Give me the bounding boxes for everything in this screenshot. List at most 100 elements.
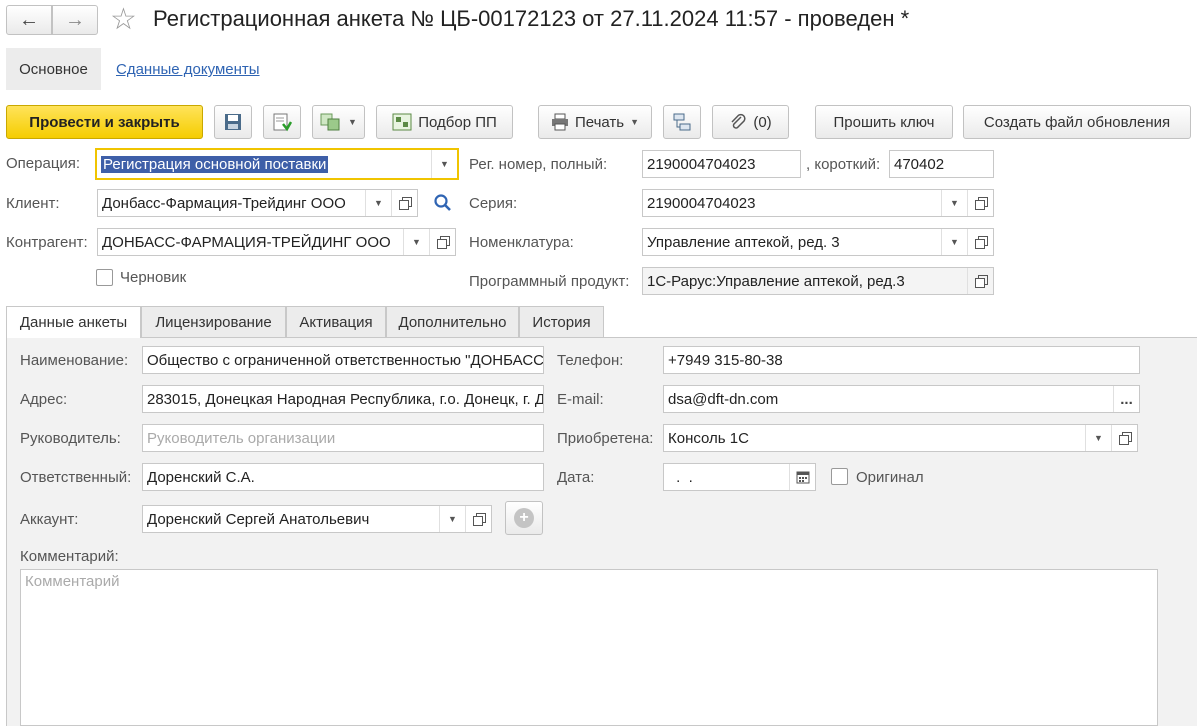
client-value: Донбасс-Фармация-Трейдинг ООО [102, 194, 346, 212]
attachments-count: (0) [753, 113, 772, 131]
product-value: 1С-Рарус:Управление аптекой, ред.3 [647, 272, 905, 290]
chevron-down-icon: ▼ [348, 117, 357, 127]
email-select-button[interactable]: ... [1113, 386, 1139, 412]
post-button[interactable] [263, 105, 301, 139]
open-icon[interactable] [967, 229, 993, 255]
reg-full-label: Рег. номер, полный: [469, 156, 608, 173]
hierarchy-icon [673, 113, 691, 131]
save-button[interactable] [214, 105, 252, 139]
tab-history[interactable]: История [519, 306, 604, 337]
phone-label: Телефон: [557, 352, 624, 369]
plus-circle-icon: + [514, 508, 534, 528]
page-title: Регистрационная анкета № ЦБ-00172123 от … [153, 6, 910, 31]
name-value: Общество с ограниченной ответственностью… [147, 351, 543, 369]
email-field[interactable]: dsa@dft-dn.com ... [663, 385, 1140, 413]
create-based-on-button[interactable]: ▼ [312, 105, 365, 139]
account-label: Аккаунт: [20, 511, 79, 528]
reg-short-field[interactable]: 470402 [889, 150, 994, 178]
director-label: Руководитель: [20, 430, 121, 447]
open-icon[interactable] [429, 229, 455, 255]
director-placeholder: Руководитель организации [147, 429, 336, 447]
flash-key-button[interactable]: Прошить ключ [815, 105, 953, 139]
structure-button[interactable] [663, 105, 701, 139]
comment-textarea[interactable]: Комментарий [20, 569, 1158, 726]
print-label: Печать [574, 113, 625, 131]
nomenclature-field[interactable]: Управление аптекой, ред. 3 ▼ [642, 228, 994, 256]
email-value: dsa@dft-dn.com [668, 390, 779, 408]
client-field[interactable]: Донбасс-Фармация-Трейдинг ООО ▼ [97, 189, 418, 217]
arrow-left-icon: ← [19, 8, 39, 31]
phone-field[interactable]: +7949 315-80-38 [663, 346, 1140, 374]
printer-icon [551, 113, 568, 131]
chevron-down-icon[interactable]: ▼ [1085, 425, 1111, 451]
create-based-icon [320, 113, 340, 131]
nomenclature-value: Управление аптекой, ред. 3 [647, 233, 840, 251]
open-icon[interactable] [967, 190, 993, 216]
favorite-star-icon[interactable]: ☆ [110, 2, 137, 38]
create-update-file-button[interactable]: Создать файл обновления [963, 105, 1191, 139]
counterparty-field[interactable]: ДОНБАСС-ФАРМАЦИЯ-ТРЕЙДИНГ ООО ▼ [97, 228, 456, 256]
select-pp-label: Подбор ПП [418, 113, 497, 131]
responsible-field[interactable]: Доренский С.А. [142, 463, 544, 491]
account-value: Доренский Сергей Анатольевич [147, 510, 370, 528]
series-value: 2190004704023 [647, 194, 756, 212]
comment-placeholder: Комментарий [25, 573, 120, 590]
email-label: E-mail: [557, 391, 604, 408]
responsible-value: Доренский С.А. [147, 468, 255, 486]
open-icon[interactable] [465, 506, 491, 532]
post-document-icon [273, 113, 292, 132]
select-pp-button[interactable]: Подбор ПП [376, 105, 513, 139]
acquired-field[interactable]: Консоль 1С ▼ [663, 424, 1138, 452]
open-icon[interactable] [967, 268, 993, 294]
tab-activation[interactable]: Активация [286, 306, 386, 337]
chevron-down-icon[interactable]: ▼ [941, 190, 967, 216]
calendar-icon[interactable] [789, 464, 815, 490]
tab-main[interactable]: Основное [6, 48, 101, 90]
chevron-down-icon[interactable]: ▼ [439, 506, 465, 532]
draft-checkbox[interactable] [96, 269, 113, 286]
nomenclature-label: Номенклатура: [469, 234, 574, 251]
tab-licensing[interactable]: Лицензирование [141, 306, 286, 337]
forward-button[interactable]: → [52, 5, 98, 35]
chevron-down-icon[interactable]: ▼ [403, 229, 429, 255]
post-and-close-button[interactable]: Провести и закрыть [6, 105, 203, 139]
account-field[interactable]: Доренский Сергей Анатольевич ▼ [142, 505, 492, 533]
phone-value: +7949 315-80-38 [668, 351, 783, 369]
chevron-down-icon[interactable]: ▼ [941, 229, 967, 255]
reg-full-field[interactable]: 2190004704023 [642, 150, 801, 178]
name-field[interactable]: Общество с ограниченной ответственностью… [142, 346, 544, 374]
open-icon[interactable] [1111, 425, 1137, 451]
operation-value: Регистрация основной поставки [101, 155, 329, 173]
search-icon[interactable] [433, 193, 453, 213]
operation-select[interactable]: Регистрация основной поставки ▼ [95, 148, 459, 180]
responsible-label: Ответственный: [20, 469, 132, 486]
arrow-right-icon: → [65, 8, 85, 31]
selection-icon [392, 113, 412, 131]
date-field[interactable]: . . [663, 463, 816, 491]
client-label: Клиент: [6, 195, 60, 212]
tab-form-data[interactable]: Данные анкеты [6, 306, 141, 338]
counterparty-label: Контрагент: [6, 234, 88, 251]
floppy-disk-icon [225, 114, 241, 130]
operation-label: Операция: [6, 155, 81, 172]
tab-additional[interactable]: Дополнительно [386, 306, 519, 337]
reg-short-value: 470402 [894, 155, 945, 173]
address-field[interactable]: 283015, Донецкая Народная Республика, г.… [142, 385, 544, 413]
draft-label: Черновик [120, 269, 187, 286]
add-account-button[interactable]: + [505, 501, 543, 535]
address-value: 283015, Донецкая Народная Республика, г.… [147, 390, 543, 408]
chevron-down-icon[interactable]: ▼ [431, 150, 457, 178]
attachments-button[interactable]: (0) [712, 105, 789, 139]
open-icon[interactable] [391, 190, 417, 216]
director-field[interactable]: Руководитель организации [142, 424, 544, 452]
date-label: Дата: [557, 469, 595, 486]
chevron-down-icon[interactable]: ▼ [365, 190, 391, 216]
chevron-down-icon: ▼ [630, 117, 640, 127]
tab-submitted-docs[interactable]: Сданные документы [116, 61, 260, 78]
back-button[interactable]: ← [6, 5, 52, 35]
product-field[interactable]: 1С-Рарус:Управление аптекой, ред.3 [642, 267, 994, 295]
original-checkbox[interactable] [831, 468, 848, 485]
series-field[interactable]: 2190004704023 ▼ [642, 189, 994, 217]
acquired-value: Консоль 1С [668, 429, 749, 447]
print-button[interactable]: Печать ▼ [538, 105, 652, 139]
